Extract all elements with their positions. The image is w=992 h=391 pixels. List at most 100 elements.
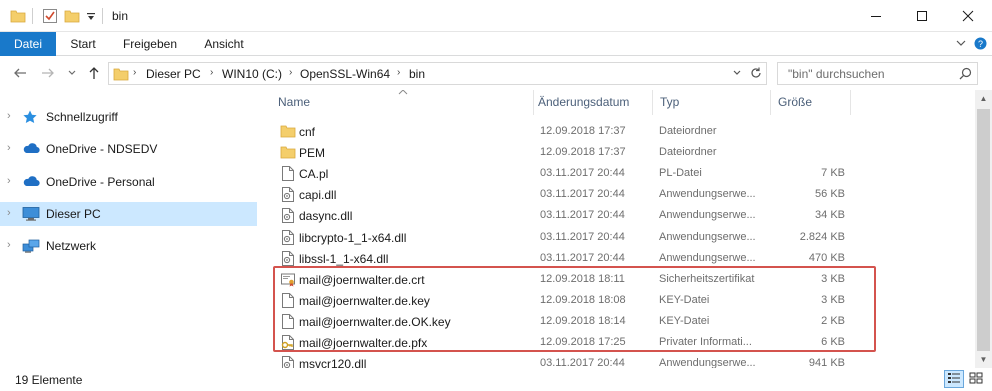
chevron-right-icon[interactable]: › — [7, 239, 11, 251]
nav-item-onedrive-personal[interactable]: › OneDrive - Personal — [0, 170, 257, 194]
column-header-date[interactable]: Änderungsdatum — [538, 95, 629, 109]
chevron-right-icon[interactable]: › — [7, 207, 11, 219]
file-date: 12.09.2018 18:08 — [540, 293, 626, 306]
dll-icon — [280, 229, 296, 246]
maximize-button[interactable] — [899, 0, 945, 32]
file-row[interactable]: PEM 12.09.2018 17:37 Dateiordner — [270, 142, 975, 163]
folder-icon[interactable] — [10, 8, 26, 24]
file-type: Anwendungserwe... — [659, 188, 756, 201]
file-date: 12.09.2018 18:14 — [540, 314, 626, 327]
file-row[interactable]: cnf 12.09.2018 17:37 Dateiordner — [270, 121, 975, 142]
search-icon[interactable] — [959, 67, 972, 83]
file-size: 2.824 KB — [799, 230, 845, 243]
address-history-icon[interactable] — [732, 67, 742, 82]
address-bar[interactable]: › Dieser PC › WIN10 (C:) › OpenSSL-Win64… — [108, 62, 767, 85]
file-name: cnf — [299, 125, 316, 139]
tab-freigeben[interactable]: Freigeben — [114, 32, 186, 56]
column-header-size[interactable]: Größe — [778, 95, 812, 109]
search-input[interactable]: "bin" durchsuchen — [777, 62, 978, 85]
file-name: mail@joernwalter.de.crt — [299, 272, 425, 287]
nav-item-schnellzugriff[interactable]: › Schnellzugriff — [0, 105, 257, 129]
file-size: 3 KB — [821, 293, 845, 306]
file-row[interactable]: mail@joernwalter.de.key 12.09.2018 18:08 K… — [270, 290, 975, 311]
chevron-right-icon[interactable]: › — [210, 67, 213, 78]
refresh-icon[interactable] — [749, 66, 763, 83]
qat-dropdown-icon[interactable] — [86, 11, 96, 27]
breadcrumb-dieser-pc[interactable]: Dieser PC — [146, 67, 201, 81]
folder-icon — [113, 66, 129, 85]
chevron-right-icon[interactable]: › — [133, 67, 136, 78]
file-row[interactable]: capi.dll 03.11.2017 20:44 Anwendungserwe..… — [270, 184, 975, 205]
minimize-button[interactable] — [853, 0, 899, 32]
recent-locations-icon[interactable] — [64, 65, 80, 81]
file-type: PL-Datei — [659, 167, 702, 180]
chevron-right-icon[interactable]: › — [7, 142, 11, 154]
star-icon — [22, 109, 40, 125]
breadcrumb-drive[interactable]: WIN10 (C:) — [222, 67, 282, 81]
scroll-down-icon[interactable]: ▼ — [975, 351, 992, 368]
tab-ansicht[interactable]: Ansicht — [196, 32, 252, 56]
column-divider[interactable] — [770, 90, 771, 115]
chevron-right-icon[interactable]: › — [7, 110, 11, 122]
column-header-name[interactable]: Name — [278, 95, 310, 109]
file-name: dasync.dll — [299, 209, 353, 224]
tab-start[interactable]: Start — [60, 32, 106, 56]
nav-item-onedrive-ndsedv[interactable]: › OneDrive - NDSEDV — [0, 137, 257, 161]
back-button[interactable] — [12, 65, 28, 81]
properties-checkbox-icon[interactable] — [42, 8, 58, 24]
breadcrumb-bin[interactable]: bin — [409, 67, 425, 81]
file-list: Name Änderungsdatum Typ Größe cnf 12.09.2… — [270, 90, 975, 368]
network-icon — [22, 238, 40, 254]
tab-datei[interactable]: Datei — [0, 32, 56, 56]
nav-label: Schnellzugriff — [46, 110, 118, 124]
close-button[interactable] — [945, 0, 991, 32]
file-row[interactable]: dasync.dll 03.11.2017 20:44 Anwendungserwe… — [270, 205, 975, 226]
breadcrumb-openssl[interactable]: OpenSSL-Win64 — [300, 67, 390, 81]
title-divider — [102, 8, 103, 24]
chevron-right-icon[interactable]: › — [7, 175, 11, 187]
file-date: 03.11.2017 20:44 — [540, 230, 625, 243]
scroll-up-icon[interactable]: ▲ — [975, 90, 992, 107]
file-size: 941 KB — [808, 357, 845, 368]
certificate-icon — [280, 271, 296, 288]
scrollbar-thumb[interactable] — [977, 109, 990, 351]
file-row[interactable]: mail@joernwalter.de.pfx 12.09.2018 17:25 P… — [270, 332, 975, 353]
column-divider[interactable] — [652, 90, 653, 115]
nav-item-dieser-pc[interactable]: › Dieser PC — [0, 202, 257, 226]
file-size: 6 KB — [821, 336, 845, 348]
nav-item-netzwerk[interactable]: › Netzwerk — [0, 234, 257, 258]
file-row[interactable]: msvcr120.dll 03.11.2017 20:44 Anwendungser… — [270, 353, 975, 368]
forward-button[interactable] — [40, 65, 56, 81]
file-row[interactable]: libssl-1_1-x64.dll 03.11.2017 20:44 Anwend… — [270, 248, 975, 269]
column-divider[interactable] — [533, 90, 534, 115]
folder-icon — [280, 123, 296, 140]
file-row[interactable]: libcrypto-1_1-x64.dll 03.11.2017 20:44 Anw… — [270, 227, 975, 248]
chevron-right-icon[interactable]: › — [289, 67, 292, 78]
help-icon[interactable]: ? — [974, 37, 987, 53]
column-header-type[interactable]: Typ — [660, 95, 679, 109]
details-view-button[interactable] — [944, 370, 964, 388]
new-folder-icon[interactable] — [64, 8, 80, 24]
file-type: KEY-Datei — [659, 314, 710, 327]
file-row[interactable]: CA.pl 03.11.2017 20:44 PL-Datei 7 KB — [270, 163, 975, 184]
file-date: 03.11.2017 20:44 — [540, 209, 625, 222]
file-name: PEM — [299, 146, 326, 161]
file-size: 3 KB — [821, 272, 845, 285]
file-row[interactable]: mail@joernwalter.de.crt 12.09.2018 18:11 S… — [270, 269, 975, 290]
file-row[interactable]: mail@joernwalter.de.OK.key 12.09.2018 18:… — [270, 311, 975, 332]
column-divider[interactable] — [850, 90, 851, 115]
vertical-scrollbar[interactable]: ▲ ▼ — [975, 90, 992, 368]
file-name: libcrypto-1_1-x64.dll — [299, 230, 407, 245]
file-date: 12.09.2018 17:37 — [540, 146, 626, 159]
expand-ribbon-icon[interactable] — [955, 37, 967, 52]
up-button[interactable] — [86, 65, 102, 81]
file-type: KEY-Datei — [659, 293, 710, 306]
title-bar: bin — [0, 0, 992, 32]
large-icons-view-button[interactable] — [966, 370, 986, 388]
file-type: Dateiordner — [659, 146, 717, 159]
file-size: 2 KB — [821, 314, 845, 327]
nav-label: OneDrive - Personal — [46, 175, 155, 189]
dll-icon — [280, 186, 296, 203]
chevron-right-icon[interactable]: › — [397, 67, 400, 78]
large-icons-view-icon — [969, 372, 983, 387]
